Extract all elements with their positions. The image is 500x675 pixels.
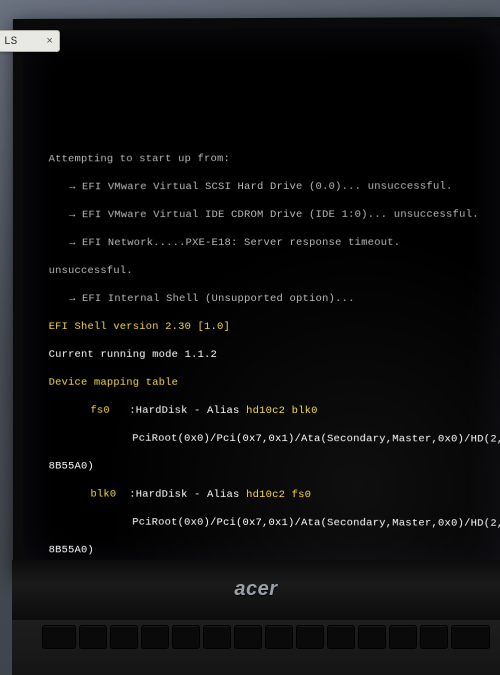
boot-network-result: unsuccessful. — [49, 264, 491, 278]
map-fs0: fs0 :HardDisk - Alias hd10c2 blk0 — [49, 404, 491, 419]
boot-line-scsi: → EFI VMware Virtual SCSI Hard Drive (0.… — [49, 180, 491, 195]
key — [358, 625, 386, 649]
key — [451, 625, 490, 649]
efi-shell-terminal: Attempting to start up from: → EFI VMwar… — [23, 27, 500, 579]
map-blk0-path: PciRoot(0x0)/Pci(0x7,0x1)/Ata(Secondary,… — [49, 515, 491, 530]
key — [296, 625, 324, 649]
key — [327, 625, 355, 649]
laptop-keyboard — [12, 620, 500, 675]
key — [389, 625, 417, 649]
key — [110, 625, 138, 649]
key — [42, 625, 76, 649]
key — [141, 625, 169, 649]
key — [234, 625, 262, 649]
map-blk0-alias: hd10c2 fs0 — [246, 489, 311, 501]
map-blk0: blk0 :HardDisk - Alias hd10c2 fs0 — [49, 487, 491, 502]
map-fs0-name: fs0 — [49, 405, 110, 417]
tab-label: LS — [4, 36, 17, 48]
key — [420, 625, 448, 649]
monitor-bezel: acer — [12, 560, 500, 622]
key — [172, 625, 200, 649]
boot-line-ide: → EFI VMware Virtual IDE CDROM Drive (ID… — [49, 208, 491, 223]
boot-line-internal-shell: → EFI Internal Shell (Unsupported option… — [49, 292, 491, 306]
photo-background: Attempting to start up from: → EFI VMwar… — [0, 0, 500, 675]
map-blk0-tail: 8B55A0) — [49, 543, 491, 559]
map-blk0-name: blk0 — [49, 488, 117, 500]
key — [203, 625, 231, 649]
running-mode: Current running mode 1.1.2 — [49, 348, 491, 362]
close-icon[interactable]: × — [46, 31, 53, 53]
key — [79, 625, 107, 649]
map-fs0-tail: 8B55A0) — [49, 460, 491, 475]
efi-shell-version: EFI Shell version 2.30 [1.0] — [49, 320, 491, 334]
map-fs0-alias: hd10c2 blk0 — [246, 405, 318, 417]
boot-attempting: Attempting to start up from: — [49, 152, 491, 167]
boot-line-network: → EFI Network.....PXE-E18: Server respon… — [49, 236, 491, 250]
monitor-screen: Attempting to start up from: → EFI VMwar… — [13, 17, 500, 579]
window-tab[interactable]: LS × — [0, 30, 60, 52]
device-mapping-header: Device mapping table — [49, 376, 491, 391]
map-fs0-path: PciRoot(0x0)/Pci(0x7,0x1)/Ata(Secondary,… — [49, 432, 491, 447]
brand-logo: acer — [234, 578, 277, 601]
key — [265, 625, 293, 649]
